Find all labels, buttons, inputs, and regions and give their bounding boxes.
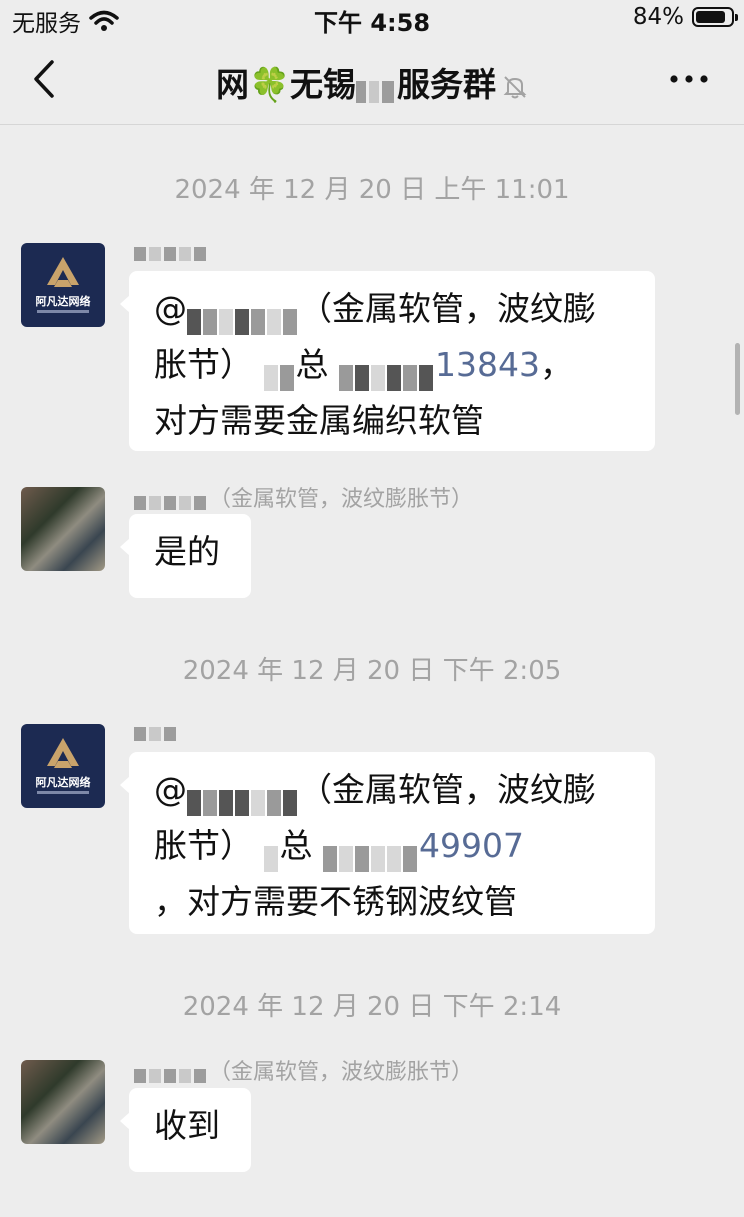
message-text: 胀节） (154, 345, 253, 384)
status-right: 84% (632, 4, 738, 30)
avatar[interactable]: 阿凡达网络 (21, 243, 105, 327)
battery-icon (692, 7, 738, 27)
nav-bar: 网🍀无锡 服务群 (0, 36, 744, 125)
message-bubble[interactable]: @ （金属软管，波纹膨 胀节） 总 49907 ，对方需要不锈钢波纹管 (120, 752, 655, 934)
brand-logo-icon: 阿凡达网络 (36, 257, 91, 313)
message-line: @ （金属软管，波纹膨 (154, 762, 630, 818)
phone-number: 13843 (435, 345, 540, 384)
chat-title-text: 网🍀无锡 (215, 65, 357, 104)
sender-name-text: （金属软管，波纹膨胀节） (209, 1060, 474, 1085)
message-text: （金属软管，波纹膨 (299, 770, 596, 809)
message-line: 胀节） 总 49907 (154, 818, 630, 874)
mute-bell-icon (503, 75, 527, 98)
message-bubble[interactable]: 是的 (120, 514, 251, 598)
message-line: ，对方需要不锈钢波纹管 (154, 882, 517, 921)
avatar[interactable] (21, 487, 105, 571)
redacted-text (356, 72, 397, 103)
message-text: ， (539, 345, 573, 384)
scrollbar-thumb[interactable] (735, 343, 740, 415)
timestamp: 2024 年 12 月 20 日 上午 11:01 (174, 175, 570, 205)
message-text: 胀节） (154, 826, 253, 865)
message-text: 是的 (154, 532, 220, 571)
sender-name (134, 238, 209, 263)
timestamp: 2024 年 12 月 20 日 下午 2:05 (182, 656, 562, 686)
message-bubble[interactable]: @ （金属软管，波纹膨 胀节） 总 13843， 对方需要金属编织软管 (120, 271, 655, 451)
redacted-text (134, 491, 209, 510)
message-text: 总 (279, 826, 313, 865)
phone-link[interactable]: 13843 (339, 345, 540, 391)
back-chevron-icon[interactable] (26, 56, 66, 102)
chat-title-suffix: 服务群 (397, 65, 497, 104)
avatar[interactable] (21, 1060, 105, 1144)
redacted-text (323, 833, 419, 872)
brand-logo-icon: 阿凡达网络 (36, 738, 91, 794)
redacted-text (339, 352, 435, 391)
battery-fill (696, 11, 725, 23)
redacted-text (134, 1064, 209, 1083)
message-line: @ （金属软管，波纹膨 (154, 281, 630, 337)
redacted-text (263, 833, 280, 872)
sender-name (134, 718, 179, 743)
message-text: 收到 (154, 1106, 220, 1145)
sender-name: （金属软管，波纹膨胀节） (134, 1054, 473, 1086)
brand-logo-text: 阿凡达网络 (36, 775, 91, 789)
message-text: （金属软管，波纹膨 (299, 289, 596, 328)
redacted-text (187, 777, 299, 816)
sender-name-text: （金属软管，波纹膨胀节） (209, 487, 474, 512)
sender-name: （金属软管，波纹膨胀节） (134, 481, 473, 513)
avatar[interactable]: 阿凡达网络 (21, 724, 105, 808)
redacted-text (134, 722, 179, 741)
message-bubble[interactable]: 收到 (120, 1088, 251, 1172)
redacted-text (134, 242, 209, 261)
brand-logo-text: 阿凡达网络 (36, 294, 91, 308)
status-bar: 无服务 下午 4:58 84% (0, 0, 744, 37)
more-dots-icon[interactable] (668, 66, 710, 92)
message-text: 总 (295, 345, 329, 384)
timestamp: 2024 年 12 月 20 日 下午 2:14 (182, 992, 562, 1022)
redacted-text (187, 296, 299, 335)
phone-number: 49907 (419, 826, 524, 865)
phone-link[interactable]: 49907 (323, 826, 524, 872)
chat-title: 网🍀无锡 服务群 (120, 58, 624, 106)
message-line: 对方需要金属编织软管 (154, 401, 484, 440)
battery-percent: 84% (632, 4, 684, 30)
message-line: 胀节） 总 13843， (154, 337, 630, 393)
redacted-text (263, 352, 296, 391)
